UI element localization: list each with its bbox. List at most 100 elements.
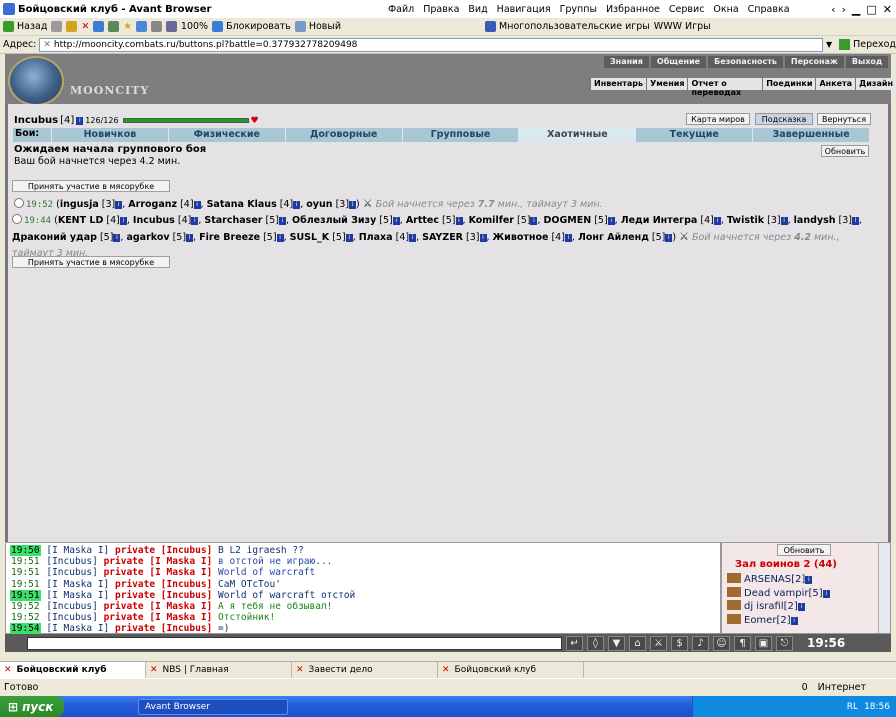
close-icon[interactable]: ✕	[883, 3, 892, 16]
participant-name[interactable]: Komilfer	[469, 215, 514, 226]
tab-item[interactable]: Физические	[167, 128, 285, 142]
subnav-item[interactable]: Поединки	[762, 78, 815, 90]
zoom-level[interactable]: 100%	[181, 21, 208, 32]
chat-time[interactable]: 19:51	[10, 567, 41, 579]
forward-arrow-icon[interactable]	[51, 21, 63, 32]
favorites-star-icon[interactable]: ★	[123, 21, 132, 32]
clear-icon[interactable]: ◊	[587, 635, 604, 651]
chat-input[interactable]	[27, 636, 562, 650]
chat-recipient[interactable]: [Incubus]	[161, 545, 212, 556]
menu-item[interactable]: Сервис	[669, 4, 705, 15]
lang-indicator[interactable]: RL	[847, 702, 858, 712]
info-icon[interactable]: i	[790, 616, 798, 625]
menu-item[interactable]: Справка	[748, 4, 790, 15]
send-icon[interactable]: ↵	[566, 635, 583, 651]
tab-item[interactable]: Завершенные	[752, 128, 869, 142]
tab-item[interactable]: Текущие	[635, 128, 752, 142]
filter-icon[interactable]: ▼	[608, 635, 625, 651]
tab-item[interactable]: Хаотичные	[518, 128, 636, 142]
participant-name[interactable]: Twistik	[727, 215, 764, 226]
tab-item[interactable]: Договорные	[284, 128, 402, 142]
topnav-item[interactable]: Выход	[845, 56, 889, 68]
nav-prev-icon[interactable]: ‹	[831, 3, 835, 16]
lock-icon[interactable]: ▣	[755, 635, 772, 651]
minimize-icon[interactable]: ▁	[852, 3, 860, 16]
address-dropdown-icon[interactable]: ▼	[826, 40, 832, 49]
participant-name[interactable]: Леди Интегра	[621, 215, 698, 226]
info-icon[interactable]: i	[805, 576, 813, 584]
participant-name[interactable]: DOGMEN	[544, 215, 592, 226]
warrior-item[interactable]: ARSENAS[2] i	[727, 573, 830, 587]
tab-close-icon[interactable]: ✕	[150, 665, 158, 675]
chat-recipient[interactable]: [I Maska I]	[149, 601, 212, 612]
participant-name[interactable]: Arroganz	[128, 199, 177, 210]
menu-item[interactable]: Навигация	[497, 4, 551, 15]
start-button[interactable]: ⊞ пуск	[0, 696, 64, 717]
info-icon[interactable]: i	[409, 234, 417, 242]
info-icon[interactable]: i	[115, 201, 123, 209]
multiuser-games-link[interactable]: Многопользовательские игры	[485, 21, 650, 32]
warrior-name[interactable]: dj israfil	[744, 601, 784, 612]
chat-sender[interactable]: [I Maska I]	[46, 590, 109, 601]
participant-name[interactable]: ingusja	[60, 199, 99, 210]
topnav-item[interactable]: Знания	[604, 56, 649, 68]
go-button[interactable]: Переход	[839, 39, 896, 50]
info-icon[interactable]: i	[119, 217, 127, 225]
fight-icon[interactable]: ⚔	[650, 635, 667, 651]
browser-tab[interactable]: ✕ NBS | Главная	[146, 662, 292, 678]
participant-name[interactable]: SAYZER	[422, 232, 463, 243]
participant-name[interactable]: Животное	[493, 232, 549, 243]
info-icon[interactable]: i	[713, 217, 721, 225]
info-icon[interactable]: i	[76, 116, 84, 125]
menu-item[interactable]: Вид	[468, 4, 487, 15]
participant-name[interactable]: Incubus	[133, 215, 175, 226]
info-icon[interactable]: i	[186, 234, 194, 242]
zoom-icon[interactable]	[165, 21, 177, 32]
participant-name[interactable]: agarkov	[126, 232, 169, 243]
menu-item[interactable]: Правка	[423, 4, 459, 15]
chat-time[interactable]: 19:51	[10, 589, 41, 601]
info-icon[interactable]: i	[797, 603, 805, 611]
chat-recipient[interactable]: [I Maska I]	[149, 612, 212, 623]
subnav-item[interactable]: Анкета	[815, 78, 855, 90]
participant-name[interactable]: landysh	[794, 215, 836, 226]
participant-name[interactable]: Плаха	[359, 232, 393, 243]
chat-sender[interactable]: [Incubus]	[46, 601, 97, 612]
topnav-item[interactable]: Персонаж	[784, 56, 844, 68]
nav-next-icon[interactable]: ›	[842, 3, 846, 16]
chat-time[interactable]: 19:50	[10, 545, 41, 556]
info-icon[interactable]: i	[293, 201, 301, 209]
hint-button[interactable]: Подсказка	[755, 113, 813, 125]
join-button-top[interactable]: Принять участие в мясорубке	[12, 180, 170, 192]
bout-radio[interactable]	[14, 198, 24, 208]
participant-name[interactable]: KENT LD	[58, 215, 104, 226]
chat-recipient[interactable]: [Incubus]	[161, 590, 212, 601]
chat-recipient[interactable]: [I Maska I]	[149, 567, 212, 578]
participant-name[interactable]: Драконий удар	[12, 232, 97, 243]
back-button[interactable]: Назад	[3, 21, 47, 32]
menu-item[interactable]: Файл	[388, 4, 414, 15]
info-icon[interactable]: i	[455, 217, 463, 225]
bout-radio[interactable]	[12, 214, 22, 224]
browser-tab[interactable]: ✕ Бойцовский клуб	[438, 662, 584, 678]
participant-name[interactable]: SUSL_K	[290, 232, 330, 243]
warrior-item[interactable]: Dead vampir[5] i	[727, 586, 830, 601]
subnav-item[interactable]: Инвентарь	[590, 78, 646, 90]
chat-sender[interactable]: [Incubus]	[46, 556, 97, 567]
chat-panel[interactable]: 19:50 [I Maska I] private [Incubus] В L2…	[5, 542, 721, 635]
exit-icon[interactable]: ⎋	[776, 635, 793, 651]
chat-sender[interactable]: [Incubus]	[46, 612, 97, 623]
info-icon[interactable]: i	[392, 217, 400, 225]
chat-sender[interactable]: [I Maska I]	[46, 623, 109, 634]
tab-close-icon[interactable]: ✕	[296, 665, 304, 675]
info-icon[interactable]: i	[607, 217, 615, 225]
warrior-name[interactable]: Eomer	[744, 615, 776, 626]
room-refresh-button[interactable]: Обновить	[777, 544, 831, 556]
tab-item[interactable]: Новичков	[51, 128, 168, 142]
smiley-icon[interactable]: ☺	[713, 635, 730, 651]
warrior-item[interactable]: Eomer[2] i	[727, 613, 830, 628]
chat-time[interactable]: 19:52	[10, 612, 41, 624]
warrior-name[interactable]: ARSENAS	[744, 574, 791, 585]
menu-item[interactable]: Избранное	[606, 4, 660, 15]
info-icon[interactable]: i	[345, 234, 353, 242]
